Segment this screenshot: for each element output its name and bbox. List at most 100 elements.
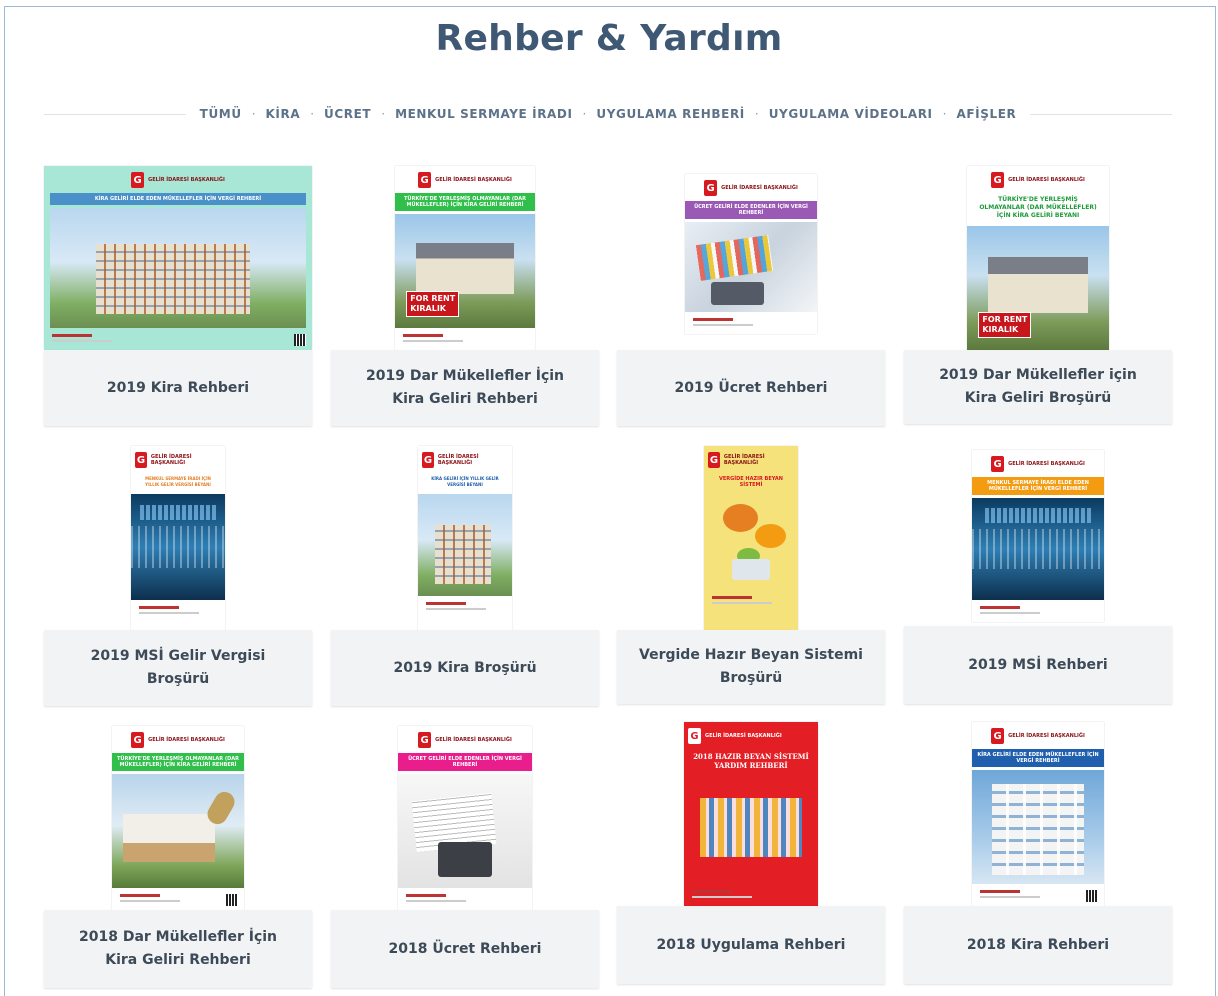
guide-card[interactable]: G GELİR İDARESİ BAŞKANLIĞI KİRA GELİRİ İÇ… (331, 446, 599, 706)
cover-title: KİRA GELİRİ ELDE EDEN MÜKELLEFLER İÇİN V… (50, 193, 306, 205)
cover-photo (967, 226, 1109, 350)
guide-cover-image[interactable]: G GELİR İDARESİ BAŞKANLIĞI ÜCRET GELİRİ E… (685, 174, 817, 334)
cover-photo (418, 494, 512, 596)
guide-title[interactable]: 2018 Ücret Rehberi (331, 910, 599, 988)
guide-cover-image[interactable]: G GELİR İDARESİ BAŞKANLIĞI MENKUL SERMAYE… (131, 446, 225, 630)
filter-menkul-sermaye[interactable]: MENKUL SERMAYE İRADI (395, 107, 572, 121)
cover-title: TÜRKİYE'DE YERLEŞMİŞ OLMAYANLAR (DAR MÜK… (395, 193, 535, 211)
gib-logo: G GELİR İDARESİ BAŞKANLIĞI (684, 722, 818, 746)
cover-photo (704, 494, 798, 590)
guide-card[interactable]: G GELİR İDARESİ BAŞKANLIĞI TÜRKİYE'DE YER… (331, 166, 599, 426)
guide-card[interactable]: G GELİR İDARESİ BAŞKANLIĞI ÜCRET GELİRİ E… (331, 726, 599, 988)
cover-title: TÜRKİYE'DE YERLEŞMİŞ OLMAYANLAR (DAR MÜK… (973, 193, 1103, 223)
guide-title[interactable]: 2018 Uygulama Rehberi (617, 906, 885, 984)
gib-logo: G GELİR İDARESİ BAŞKANLIĞI (135, 452, 192, 468)
cover-footer (972, 884, 1104, 906)
guide-card[interactable]: G GELİR İDARESİ BAŞKANLIĞI MENKUL SERMAYE… (904, 446, 1172, 704)
filter-ucret[interactable]: ÜCRET (324, 107, 371, 121)
guide-cover-image[interactable]: G GELİR İDARESİ BAŞKANLIĞI KİRA GELİRİ İÇ… (418, 446, 512, 630)
guide-card[interactable]: G GELİR İDARESİ BAŞKANLIĞI KİRA GELİRİ EL… (904, 722, 1172, 984)
gib-logo: G GELİR İDARESİ BAŞKANLIĞI (967, 166, 1109, 190)
guide-cover-image[interactable]: G GELİR İDARESİ BAŞKANLIĞI VERGİDE HAZIR … (704, 446, 798, 630)
guide-title[interactable]: 2019 MSİ Rehberi (904, 626, 1172, 704)
guide-cover-image[interactable]: G GELİR İDARESİ BAŞKANLIĞI 2018 HAZIR BEY… (684, 722, 818, 906)
qr-code-icon (1086, 890, 1098, 902)
filter-all[interactable]: TÜMÜ (200, 107, 242, 121)
guide-title[interactable]: 2019 Dar Mükellefler İçin Kira Geliri Re… (331, 350, 599, 426)
filter-uygulama-videolari[interactable]: UYGULAMA VİDEOLARI (769, 107, 933, 121)
cover-footer (684, 884, 818, 906)
guide-title[interactable]: 2019 Ücret Rehberi (617, 350, 885, 426)
cover-title: MENKUL SERMAYE İRADI ELDE EDEN MÜKELLEFL… (972, 477, 1104, 495)
filter-kira[interactable]: KİRA (266, 107, 301, 121)
cover-photo (112, 774, 244, 888)
cover-photo (972, 770, 1104, 884)
gib-logo: G GELİR İDARESİ BAŞKANLIĞI (708, 452, 765, 468)
guide-title[interactable]: 2019 Dar Mükellefler için Kira Geliri Br… (904, 350, 1172, 424)
guide-cover-image[interactable]: G GELİR İDARESİ BAŞKANLIĞI KİRA GELİRİ EL… (44, 166, 312, 350)
guide-title[interactable]: 2019 Kira Rehberi (44, 350, 312, 426)
cover-title: VERGİDE HAZIR BEYAN SİSTEMİ (710, 473, 792, 491)
filter-separator: · (251, 107, 256, 121)
filter-separator: · (582, 107, 587, 121)
gib-logo: G GELİR İDARESİ BAŞKANLIĞI (398, 726, 532, 750)
filter-separator: · (942, 107, 947, 121)
guide-title[interactable]: Vergide Hazır Beyan Sistemi Broşürü (617, 630, 885, 704)
cover-title: MENKUL SERMAYE İRADI İÇİN YILLIK GELİR V… (137, 473, 219, 491)
guide-card[interactable]: G GELİR İDARESİ BAŞKANLIĞI KİRA GELİRİ EL… (44, 166, 312, 426)
qr-code-icon (294, 334, 306, 346)
cover-title: 2018 HAZIR BEYAN SİSTEMİ YARDIM REHBERİ (690, 749, 812, 773)
filter-list: TÜMÜ · KİRA · ÜCRET · MENKUL SERMAYE İRA… (186, 107, 1031, 121)
cover-footer (685, 312, 817, 334)
cover-footer (418, 596, 512, 630)
cover-footer (131, 600, 225, 630)
cover-footer (398, 888, 532, 910)
cover-photo (694, 776, 808, 884)
guide-card[interactable]: G GELİR İDARESİ BAŞKANLIĞI MENKUL SERMAYE… (44, 446, 312, 706)
cover-footer (44, 328, 312, 350)
cover-footer (704, 590, 798, 630)
gib-logo: G GELİR İDARESİ BAŞKANLIĞI (685, 174, 817, 198)
gib-logo: G GELİR İDARESİ BAŞKANLIĞI (972, 450, 1104, 474)
guide-card[interactable]: G GELİR İDARESİ BAŞKANLIĞI VERGİDE HAZIR … (617, 446, 885, 704)
guide-cover-image[interactable]: G GELİR İDARESİ BAŞKANLIĞI TÜRKİYE'DE YER… (112, 726, 244, 910)
guide-card[interactable]: G GELİR İDARESİ BAŞKANLIĞI 2018 HAZIR BEY… (617, 722, 885, 984)
cover-footer (395, 328, 535, 350)
guide-cover-image[interactable]: G GELİR İDARESİ BAŞKANLIĞI KİRA GELİRİ EL… (972, 722, 1104, 906)
filter-separator: · (310, 107, 315, 121)
guide-card[interactable]: G GELİR İDARESİ BAŞKANLIĞI ÜCRET GELİRİ E… (617, 166, 885, 426)
filter-bar: TÜMÜ · KİRA · ÜCRET · MENKUL SERMAYE İRA… (44, 104, 1173, 124)
gib-logo: G GELİR İDARESİ BAŞKANLIĞI (395, 166, 535, 190)
guide-card[interactable]: G GELİR İDARESİ BAŞKANLIĞI TÜRKİYE'DE YER… (904, 166, 1172, 424)
filter-separator: · (381, 107, 386, 121)
guide-title[interactable]: 2018 Dar Mükellefler İçin Kira Geliri Re… (44, 910, 312, 988)
cover-photo (972, 498, 1104, 600)
cover-photo (395, 214, 535, 328)
cover-title: ÜCRET GELİRİ ELDE EDENLER İÇİN VERGİ REH… (685, 201, 817, 219)
qr-code-icon (226, 894, 238, 906)
guide-cover-image[interactable]: G GELİR İDARESİ BAŞKANLIĞI TÜRKİYE'DE YER… (967, 166, 1109, 350)
guide-cover-image[interactable]: G GELİR İDARESİ BAŞKANLIĞI ÜCRET GELİRİ E… (398, 726, 532, 910)
cover-photo (685, 222, 817, 312)
guide-cover-image[interactable]: G GELİR İDARESİ BAŞKANLIĞI TÜRKİYE'DE YER… (395, 166, 535, 350)
guide-title[interactable]: 2018 Kira Rehberi (904, 906, 1172, 984)
guide-card[interactable]: G GELİR İDARESİ BAŞKANLIĞI TÜRKİYE'DE YER… (44, 726, 312, 988)
gib-logo: G GELİR İDARESİ BAŞKANLIĞI (972, 722, 1104, 746)
gib-logo: G GELİR İDARESİ BAŞKANLIĞI (44, 166, 312, 190)
guide-title[interactable]: 2019 MSİ Gelir Vergisi Broşürü (44, 630, 312, 706)
gib-logo: G GELİR İDARESİ BAŞKANLIĞI (422, 452, 479, 468)
filter-divider-right (1030, 113, 1173, 115)
filter-uygulama-rehberi[interactable]: UYGULAMA REHBERİ (596, 107, 745, 121)
cover-photo (50, 208, 306, 328)
cover-title: TÜRKİYE'DE YERLEŞMİŞ OLMAYANLAR (DAR MÜK… (112, 753, 244, 771)
cover-title: ÜCRET GELİRİ ELDE EDENLER İÇİN VERGİ REH… (398, 753, 532, 771)
cover-footer (972, 600, 1104, 622)
cover-footer (112, 888, 244, 910)
guide-title[interactable]: 2019 Kira Broşürü (331, 630, 599, 706)
page-title: Rehber & Yardım (435, 18, 783, 59)
filter-separator: · (754, 107, 759, 121)
filter-afisler[interactable]: AFİŞLER (956, 107, 1016, 121)
cover-title: KİRA GELİRİ İÇİN YILLIK GELİR VERGİSİ BE… (424, 473, 506, 491)
cover-photo (398, 774, 532, 888)
guide-cover-image[interactable]: G GELİR İDARESİ BAŞKANLIĞI MENKUL SERMAYE… (972, 450, 1104, 622)
